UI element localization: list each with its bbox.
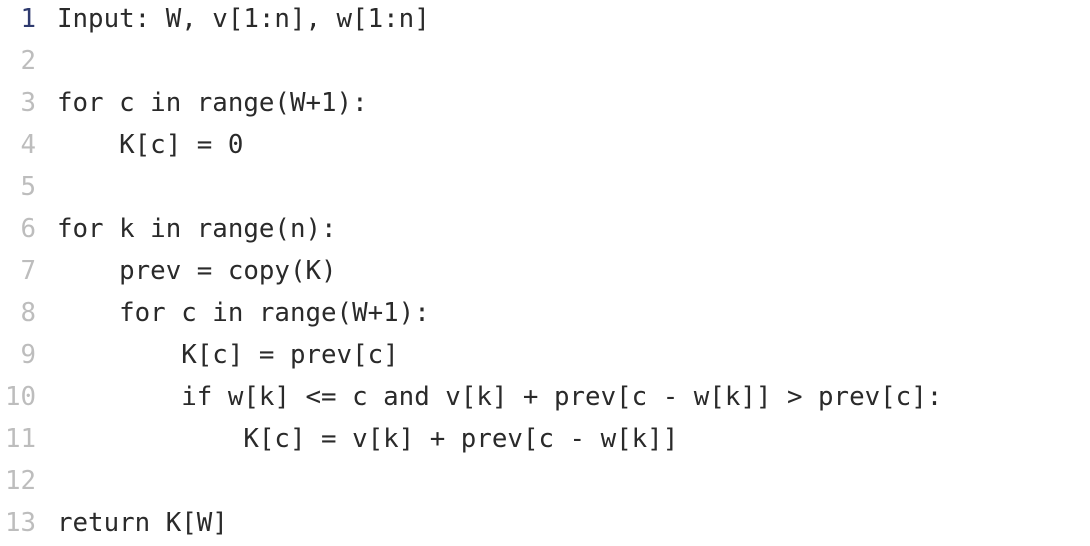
line-number: 5: [20, 172, 36, 202]
line-number: 4: [20, 130, 36, 160]
code-line[interactable]: 3 for c in range(W+1):: [0, 84, 1090, 126]
line-number: 8: [20, 298, 36, 328]
code-line[interactable]: 11 K[c] = v[k] + prev[c - w[k]]: [0, 420, 1090, 462]
code-editor[interactable]: 1 Input: W, v[1:n], w[1:n] 2 3 for c in …: [0, 0, 1090, 538]
code-text[interactable]: if w[k] <= c and v[k] + prev[c - w[k]] >…: [36, 378, 942, 420]
code-line[interactable]: 6 for k in range(n):: [0, 210, 1090, 252]
code-text[interactable]: K[c] = 0: [36, 126, 243, 168]
code-text[interactable]: return K[W]: [36, 504, 228, 546]
code-text[interactable]: prev = copy(K): [36, 252, 336, 294]
code-text[interactable]: Input: W, v[1:n], w[1:n]: [36, 0, 430, 42]
code-line[interactable]: 1 Input: W, v[1:n], w[1:n]: [0, 0, 1090, 42]
code-line[interactable]: 2: [0, 42, 1090, 84]
line-number: 12: [4, 466, 36, 496]
code-text[interactable]: K[c] = v[k] + prev[c - w[k]]: [36, 420, 678, 462]
code-line[interactable]: 4 K[c] = 0: [0, 126, 1090, 168]
code-text[interactable]: K[c] = prev[c]: [36, 336, 398, 378]
code-line[interactable]: 10 if w[k] <= c and v[k] + prev[c - w[k]…: [0, 378, 1090, 420]
line-number: 3: [20, 88, 36, 118]
line-number: 7: [20, 256, 36, 286]
code-line[interactable]: 9 K[c] = prev[c]: [0, 336, 1090, 378]
code-line[interactable]: 13 return K[W]: [0, 504, 1090, 546]
line-number: 9: [20, 340, 36, 370]
code-text[interactable]: [36, 42, 57, 84]
code-line[interactable]: 7 prev = copy(K): [0, 252, 1090, 294]
code-text[interactable]: for k in range(n):: [36, 210, 337, 252]
line-number: 6: [20, 214, 36, 244]
code-text[interactable]: for c in range(W+1):: [36, 84, 368, 126]
code-line[interactable]: 8 for c in range(W+1):: [0, 294, 1090, 336]
code-text[interactable]: for c in range(W+1):: [36, 294, 430, 336]
code-text[interactable]: [36, 462, 57, 504]
line-number: 13: [4, 508, 36, 538]
line-number: 10: [4, 382, 36, 412]
code-line[interactable]: 5: [0, 168, 1090, 210]
code-line[interactable]: 12: [0, 462, 1090, 504]
line-number: 1: [20, 4, 36, 34]
line-number: 11: [4, 424, 36, 454]
code-text[interactable]: [36, 168, 57, 210]
line-number: 2: [20, 46, 36, 76]
